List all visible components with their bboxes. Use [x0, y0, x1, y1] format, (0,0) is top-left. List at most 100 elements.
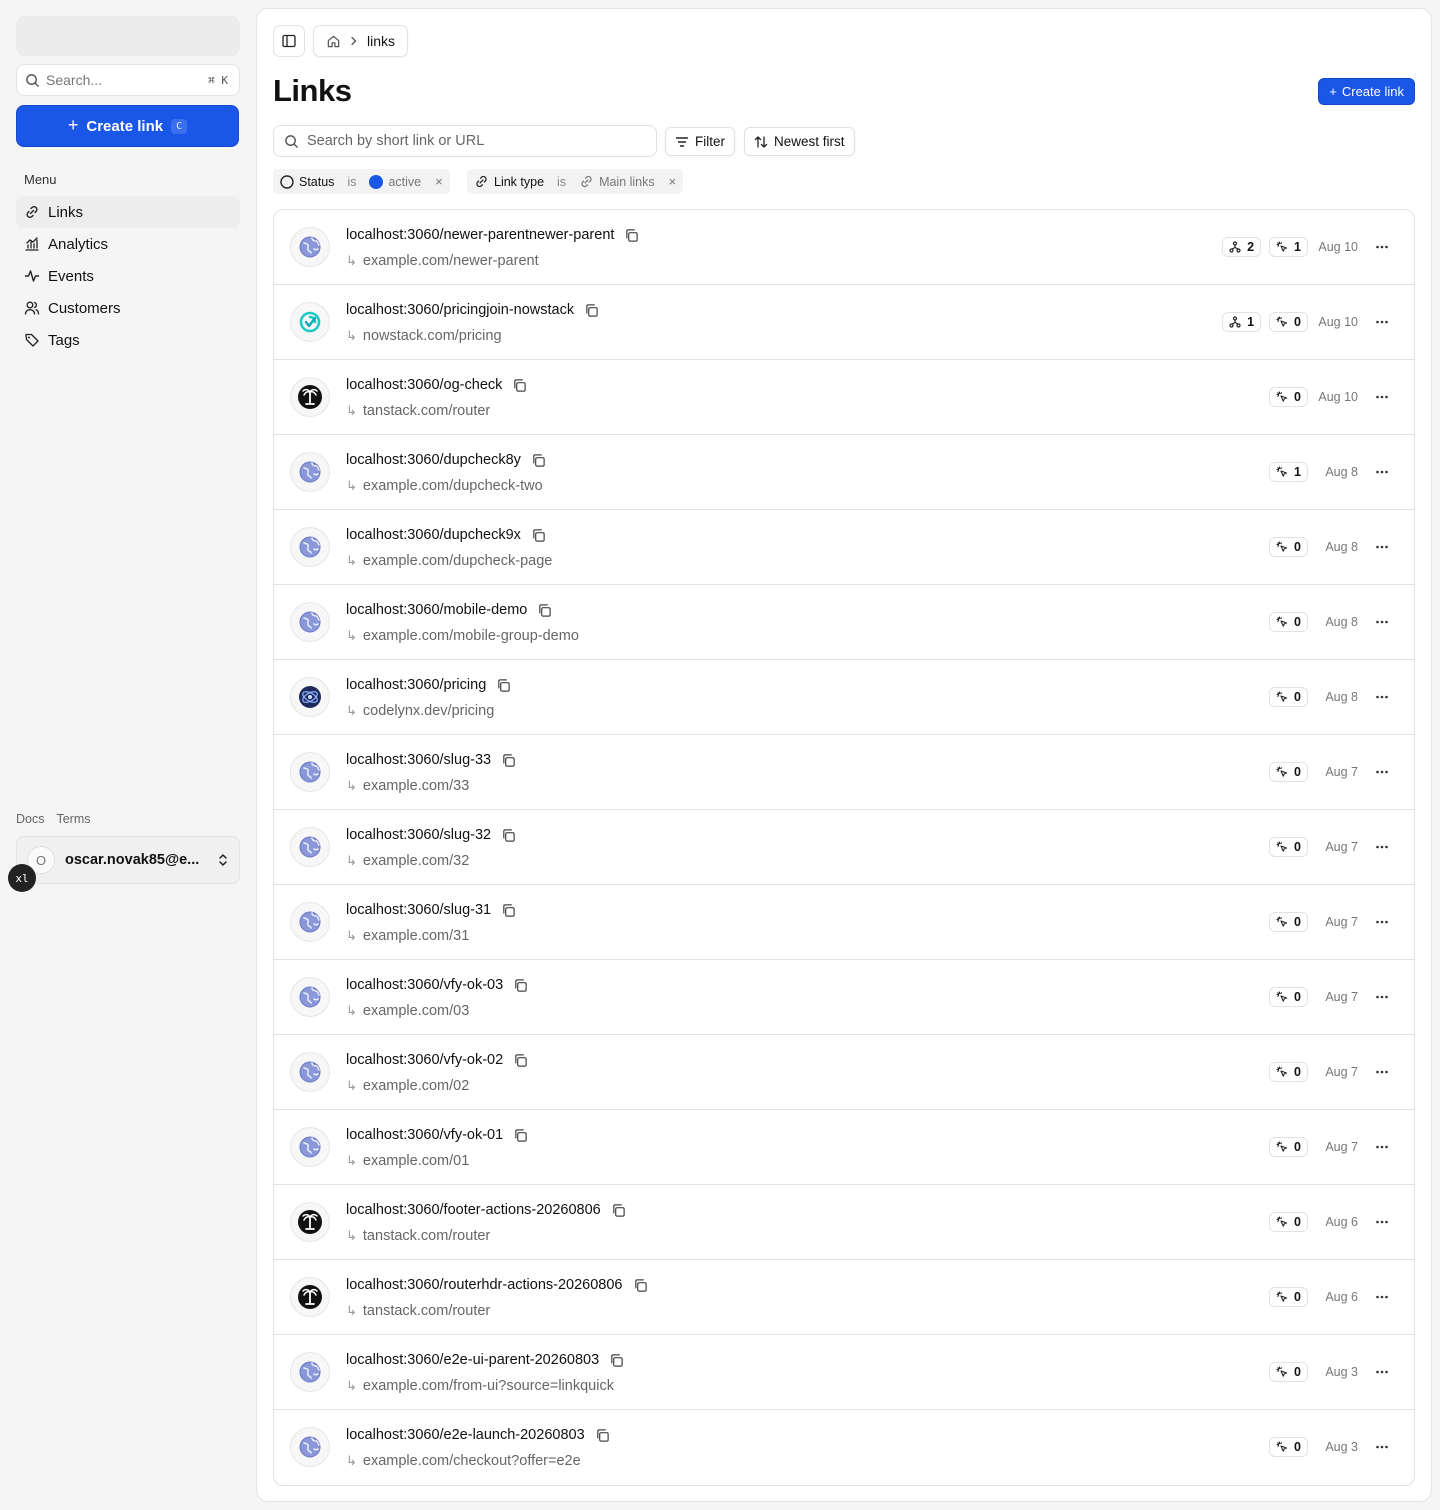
clicks-stat[interactable]: 0	[1269, 762, 1308, 782]
destination-url[interactable]: ↳ example.com/from-ui?source=linkquick	[346, 1378, 614, 1394]
destination-url[interactable]: ↳ codelynx.dev/pricing	[346, 703, 494, 719]
sidebar-item-customers[interactable]: Customers	[16, 292, 240, 324]
more-actions-button[interactable]	[1366, 914, 1398, 930]
destination-url[interactable]: ↳ example.com/02	[346, 1078, 469, 1094]
filter-operator[interactable]: is	[551, 175, 572, 189]
create-link-button[interactable]: + Create link	[1318, 78, 1415, 105]
destination-url[interactable]: ↳ example.com/31	[346, 928, 469, 944]
sidebar-item-events[interactable]: Events	[16, 260, 240, 292]
clicks-stat[interactable]: 0	[1269, 1212, 1308, 1232]
destination-url[interactable]: ↳ tanstack.com/router	[346, 403, 490, 419]
more-actions-button[interactable]	[1366, 989, 1398, 1005]
destination-url[interactable]: ↳ example.com/03	[346, 1003, 469, 1019]
destination-url[interactable]: ↳ example.com/newer-parent	[346, 253, 539, 269]
more-actions-button[interactable]	[1366, 614, 1398, 630]
link-row[interactable]: localhost:3060/pricing ↳ codelynx.dev/pr…	[274, 660, 1414, 735]
link-row[interactable]: localhost:3060/mobile-demo ↳ example.com…	[274, 585, 1414, 660]
more-actions-button[interactable]	[1366, 1139, 1398, 1155]
filter-chip-value[interactable]: active	[362, 169, 428, 194]
short-link[interactable]: localhost:3060/pricingjoin-nowstack	[346, 302, 574, 318]
short-link[interactable]: localhost:3060/slug-33	[346, 752, 491, 768]
destination-url[interactable]: ↳ tanstack.com/router	[346, 1228, 490, 1244]
filter-operator[interactable]: is	[341, 175, 362, 189]
clicks-stat[interactable]: 0	[1269, 687, 1308, 707]
link-row[interactable]: localhost:3060/slug-33 ↳ example.com/33 …	[274, 735, 1414, 810]
more-actions-button[interactable]	[1366, 389, 1398, 405]
user-menu[interactable]: O oscar.novak85@e...	[16, 836, 240, 884]
close-icon[interactable]: ×	[428, 174, 450, 189]
clicks-stat[interactable]: 1	[1269, 462, 1308, 482]
more-actions-button[interactable]	[1366, 1214, 1398, 1230]
links-search-input[interactable]: Search by short link or URL	[273, 125, 657, 157]
copy-icon[interactable]	[512, 378, 527, 393]
more-actions-button[interactable]	[1366, 314, 1398, 330]
clicks-stat[interactable]: 0	[1269, 612, 1308, 632]
clicks-stat[interactable]: 0	[1269, 387, 1308, 407]
destination-url[interactable]: ↳ tanstack.com/router	[346, 1303, 490, 1319]
short-link[interactable]: localhost:3060/pricing	[346, 677, 486, 693]
copy-icon[interactable]	[513, 1053, 528, 1068]
sidebar-create-link-button[interactable]: + Create link C	[16, 105, 239, 147]
short-link[interactable]: localhost:3060/newer-parentnewer-parent	[346, 227, 614, 243]
clicks-stat[interactable]: 0	[1269, 837, 1308, 857]
destination-url[interactable]: ↳ example.com/01	[346, 1153, 469, 1169]
filter-button[interactable]: Filter	[665, 127, 735, 156]
destination-url[interactable]: ↳ example.com/checkout?offer=e2e	[346, 1453, 581, 1469]
more-actions-button[interactable]	[1366, 764, 1398, 780]
clicks-stat[interactable]: 0	[1269, 987, 1308, 1007]
clicks-stat[interactable]: 0	[1269, 537, 1308, 557]
short-link[interactable]: localhost:3060/e2e-launch-20260803	[346, 1427, 585, 1443]
copy-icon[interactable]	[531, 528, 546, 543]
link-row[interactable]: localhost:3060/e2e-launch-20260803 ↳ exa…	[274, 1410, 1414, 1485]
copy-icon[interactable]	[633, 1278, 648, 1293]
clicks-stat[interactable]: 1	[1269, 237, 1308, 257]
filter-chip-field[interactable]: Status	[273, 169, 341, 194]
copy-icon[interactable]	[611, 1203, 626, 1218]
destination-url[interactable]: ↳ example.com/mobile-group-demo	[346, 628, 579, 644]
more-actions-button[interactable]	[1366, 539, 1398, 555]
short-link[interactable]: localhost:3060/e2e-ui-parent-20260803	[346, 1352, 599, 1368]
link-row[interactable]: localhost:3060/vfy-ok-02 ↳ example.com/0…	[274, 1035, 1414, 1110]
link-row[interactable]: localhost:3060/routerhdr-actions-2026080…	[274, 1260, 1414, 1335]
copy-icon[interactable]	[496, 678, 511, 693]
child-links-stat[interactable]: 2	[1222, 237, 1262, 257]
link-row[interactable]: localhost:3060/dupcheck8y ↳ example.com/…	[274, 435, 1414, 510]
copy-icon[interactable]	[501, 828, 516, 843]
more-actions-button[interactable]	[1366, 1064, 1398, 1080]
clicks-stat[interactable]: 0	[1269, 1137, 1308, 1157]
workspace-switcher[interactable]	[16, 16, 240, 56]
link-row[interactable]: localhost:3060/dupcheck9x ↳ example.com/…	[274, 510, 1414, 585]
more-actions-button[interactable]	[1366, 1289, 1398, 1305]
copy-icon[interactable]	[609, 1353, 624, 1368]
link-row[interactable]: localhost:3060/slug-31 ↳ example.com/31 …	[274, 885, 1414, 960]
more-actions-button[interactable]	[1366, 239, 1398, 255]
copy-icon[interactable]	[513, 1128, 528, 1143]
home-icon[interactable]	[326, 34, 341, 49]
short-link[interactable]: localhost:3060/vfy-ok-01	[346, 1127, 503, 1143]
short-link[interactable]: localhost:3060/mobile-demo	[346, 602, 527, 618]
destination-url[interactable]: ↳ example.com/33	[346, 778, 469, 794]
destination-url[interactable]: ↳ example.com/32	[346, 853, 469, 869]
copy-icon[interactable]	[624, 228, 639, 243]
copy-icon[interactable]	[501, 753, 516, 768]
short-link[interactable]: localhost:3060/dupcheck8y	[346, 452, 521, 468]
short-link[interactable]: localhost:3060/footer-actions-20260806	[346, 1202, 601, 1218]
terms-link[interactable]: Terms	[56, 812, 90, 826]
copy-icon[interactable]	[531, 453, 546, 468]
destination-url[interactable]: ↳ nowstack.com/pricing	[346, 328, 502, 344]
sidebar-item-links[interactable]: Links	[16, 196, 240, 228]
sidebar-item-tags[interactable]: Tags	[16, 324, 240, 356]
destination-url[interactable]: ↳ example.com/dupcheck-two	[346, 478, 543, 494]
sidebar-item-analytics[interactable]: Analytics	[16, 228, 240, 260]
clicks-stat[interactable]: 0	[1269, 1437, 1308, 1457]
docs-link[interactable]: Docs	[16, 812, 44, 826]
more-actions-button[interactable]	[1366, 464, 1398, 480]
copy-icon[interactable]	[584, 303, 599, 318]
short-link[interactable]: localhost:3060/routerhdr-actions-2026080…	[346, 1277, 623, 1293]
filter-chip-field[interactable]: Link type	[467, 169, 551, 194]
link-row[interactable]: localhost:3060/vfy-ok-03 ↳ example.com/0…	[274, 960, 1414, 1035]
link-row[interactable]: localhost:3060/newer-parentnewer-parent …	[274, 210, 1414, 285]
short-link[interactable]: localhost:3060/og-check	[346, 377, 502, 393]
close-icon[interactable]: ×	[662, 174, 684, 189]
child-links-stat[interactable]: 1	[1222, 312, 1262, 332]
